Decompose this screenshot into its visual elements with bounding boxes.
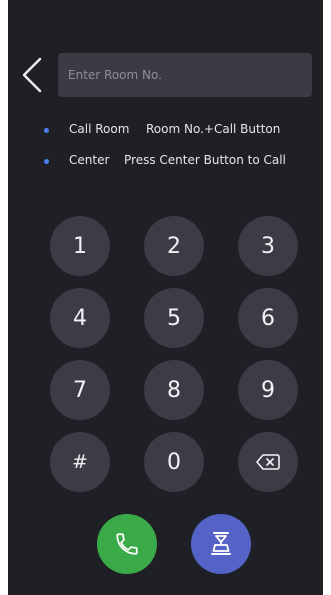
key-4[interactable]: 4: [50, 288, 110, 348]
backspace-button[interactable]: [238, 432, 298, 492]
dial-keypad: 1 2 3 4 5 6 7 8 9 # 0: [8, 0, 323, 595]
key-5[interactable]: 5: [144, 288, 204, 348]
key-9[interactable]: 9: [238, 360, 298, 420]
phone-icon: [116, 533, 138, 555]
key-8[interactable]: 8: [144, 360, 204, 420]
key-1[interactable]: 1: [50, 216, 110, 276]
key-7[interactable]: 7: [50, 360, 110, 420]
intercom-screen: Call Room Room No.+Call Button Center Pr…: [8, 0, 323, 595]
key-3[interactable]: 3: [238, 216, 298, 276]
key-0[interactable]: 0: [144, 432, 204, 492]
management-center-button[interactable]: [191, 514, 251, 574]
key-6[interactable]: 6: [238, 288, 298, 348]
key-hash[interactable]: #: [50, 432, 110, 492]
call-button[interactable]: [97, 514, 157, 574]
key-2[interactable]: 2: [144, 216, 204, 276]
management-center-icon: [211, 532, 231, 555]
backspace-icon: [256, 454, 280, 470]
